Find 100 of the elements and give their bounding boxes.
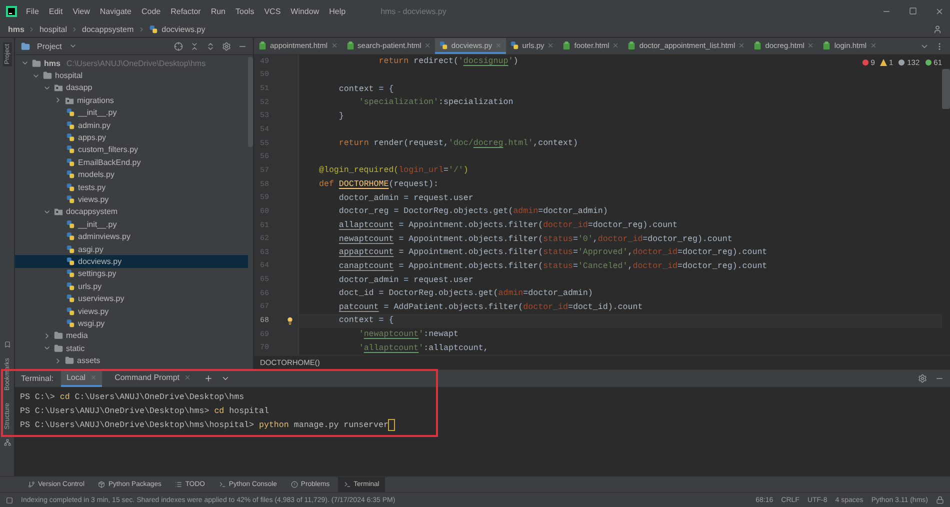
terminal-tab[interactable]: Command Prompt	[110, 370, 196, 387]
tree-item[interactable]: urls.py	[15, 280, 248, 292]
terminal-tab[interactable]: Local	[61, 370, 102, 387]
inspection-icon	[898, 59, 906, 66]
code-line: allaptcount = Appointment.objects.filter(doctor_id=doctor_reg).count	[338, 221, 678, 230]
breadcrumb-item[interactable]: docviews.py	[162, 25, 206, 34]
tree-item[interactable]: userviews.py	[15, 292, 248, 305]
breadcrumb-item[interactable]: docappsystem	[82, 25, 134, 34]
menu-item[interactable]: View	[72, 6, 91, 16]
python-file-icon	[66, 194, 75, 204]
dropdown-icon[interactable]	[220, 374, 230, 383]
menu-item[interactable]: Edit	[48, 6, 64, 16]
tree-item[interactable]: apps.py	[15, 131, 248, 144]
expand-all-icon[interactable]	[206, 42, 215, 50]
code-line: def DOCTORHOME(request):	[319, 180, 439, 190]
breadcrumb-item[interactable]: hms	[8, 25, 24, 34]
tree-item[interactable]: wsgi.py	[15, 317, 248, 330]
tree-item[interactable]: dasapp	[15, 82, 248, 94]
tree-item[interactable]: hospital	[15, 69, 248, 82]
terminal-line: PS C:\> cd C:\Users\ANUJ\OneDrive\Desktop\hms	[20, 393, 244, 402]
tree-item[interactable]: migrations	[15, 94, 248, 107]
menu-item[interactable]: Navigate	[98, 6, 132, 16]
menu-item[interactable]: Run	[210, 6, 227, 16]
code-line: canaptcount = Appointment.objects.filter(status='Canceled',doctor_id=doctor_reg).count	[338, 262, 768, 271]
code-line: 'newaptcount':newapt	[358, 330, 458, 340]
tree-item[interactable]: __init__.py	[15, 218, 248, 230]
tree-item[interactable]: __init__.py	[15, 106, 248, 119]
code-line: patcount = AddPatient.objects.filter(doctor_id=doct_id).count	[338, 302, 643, 312]
app-logo-icon	[6, 6, 17, 16]
tree-item[interactable]: asgi.py	[15, 242, 248, 256]
settings-icon[interactable]	[222, 42, 231, 50]
tool-icon	[28, 481, 35, 488]
close-icon[interactable]	[612, 42, 620, 48]
tree-item[interactable]: adminviews.py	[15, 230, 248, 243]
tree-item[interactable]: docviews.py	[15, 255, 248, 268]
account-icon[interactable]	[933, 25, 942, 34]
html-file-icon	[562, 40, 572, 50]
python-file-icon	[66, 170, 75, 180]
scrollbar-thumb[interactable]	[942, 69, 950, 109]
lock-icon[interactable]	[936, 496, 944, 504]
collapsed-icon[interactable]	[54, 96, 62, 104]
tree-item[interactable]: tests.py	[15, 180, 248, 194]
dropdown-icon[interactable]	[68, 42, 77, 50]
tree-item[interactable]: assets	[15, 354, 248, 367]
python-file-icon	[66, 282, 75, 291]
collapse-all-icon[interactable]	[190, 42, 199, 50]
close-icon[interactable]	[807, 42, 814, 48]
tree-item[interactable]: media	[15, 330, 248, 342]
tree-item[interactable]: views.py	[15, 304, 248, 318]
panel-toggle-icon[interactable]	[6, 496, 13, 504]
collapsed-icon[interactable]	[43, 332, 51, 340]
code-line: @login_required(login_url='/')	[319, 166, 468, 176]
code-line: 'allaptcount':allaptcount,	[358, 344, 488, 353]
bookmark-icon[interactable]	[4, 341, 10, 348]
maximize-icon[interactable]	[909, 7, 917, 15]
menu-item[interactable]: VCS	[263, 6, 282, 16]
close-icon[interactable]	[870, 42, 876, 48]
menu-item[interactable]: Window	[290, 6, 320, 16]
window-title: hms - docviews.py	[380, 6, 448, 16]
structure-icon[interactable]	[4, 439, 10, 446]
panel-title[interactable]: Project	[37, 42, 62, 50]
settings-icon[interactable]	[918, 374, 927, 383]
new-tab-icon[interactable]	[204, 374, 212, 383]
menu-item[interactable]: Help	[328, 6, 347, 16]
menu-item[interactable]: Code	[140, 6, 162, 16]
collapsed-icon[interactable]	[54, 356, 62, 365]
html-file-icon	[258, 40, 267, 50]
python-file-icon	[439, 40, 448, 50]
code-line: doctor_reg = DoctorReg.objects.get(admin=doctor_admin)	[338, 207, 608, 216]
tool-icon	[344, 481, 351, 488]
python-file-icon	[66, 294, 75, 304]
locate-icon[interactable]	[174, 42, 183, 50]
tool-icon	[98, 481, 106, 488]
close-icon[interactable]	[184, 374, 190, 381]
tree-item[interactable]: hms C:\Users\ANUJ\OneDrive\Desktop\hms	[15, 57, 248, 70]
tree-item[interactable]: custom_filters.py	[15, 144, 248, 156]
terminal-line: PS C:\Users\ANUJ\OneDrive\Desktop\hms> cd hospital	[20, 407, 269, 416]
package-folder-icon	[65, 96, 74, 105]
python-file-icon	[66, 182, 75, 192]
close-icon[interactable]	[424, 42, 432, 48]
tree-item[interactable]: views.py	[15, 193, 248, 206]
python-file-icon	[510, 40, 520, 50]
breadcrumb-item[interactable]: hospital	[39, 25, 68, 34]
close-icon[interactable]	[330, 42, 338, 48]
lightbulb-icon[interactable]	[286, 316, 294, 325]
tree-item[interactable]: EmailBackEnd.py	[15, 156, 248, 169]
menu-item[interactable]: File	[25, 6, 40, 16]
tree-item[interactable]: settings.py	[15, 268, 248, 280]
tree-item[interactable]: admin.py	[15, 118, 248, 132]
python-file-icon	[66, 318, 75, 328]
python-file-icon	[66, 158, 75, 167]
close-icon[interactable]	[547, 42, 554, 48]
tree-item[interactable]: docappsystem	[15, 206, 248, 218]
tree-item[interactable]: static	[15, 342, 248, 354]
menu-item[interactable]: Tools	[234, 6, 256, 16]
scrollbar-thumb[interactable]	[248, 57, 253, 147]
close-icon[interactable]	[935, 6, 944, 16]
tree-item[interactable]: models.py	[15, 168, 248, 181]
close-icon[interactable]	[738, 42, 746, 48]
menu-item[interactable]: Refactor	[170, 6, 202, 16]
